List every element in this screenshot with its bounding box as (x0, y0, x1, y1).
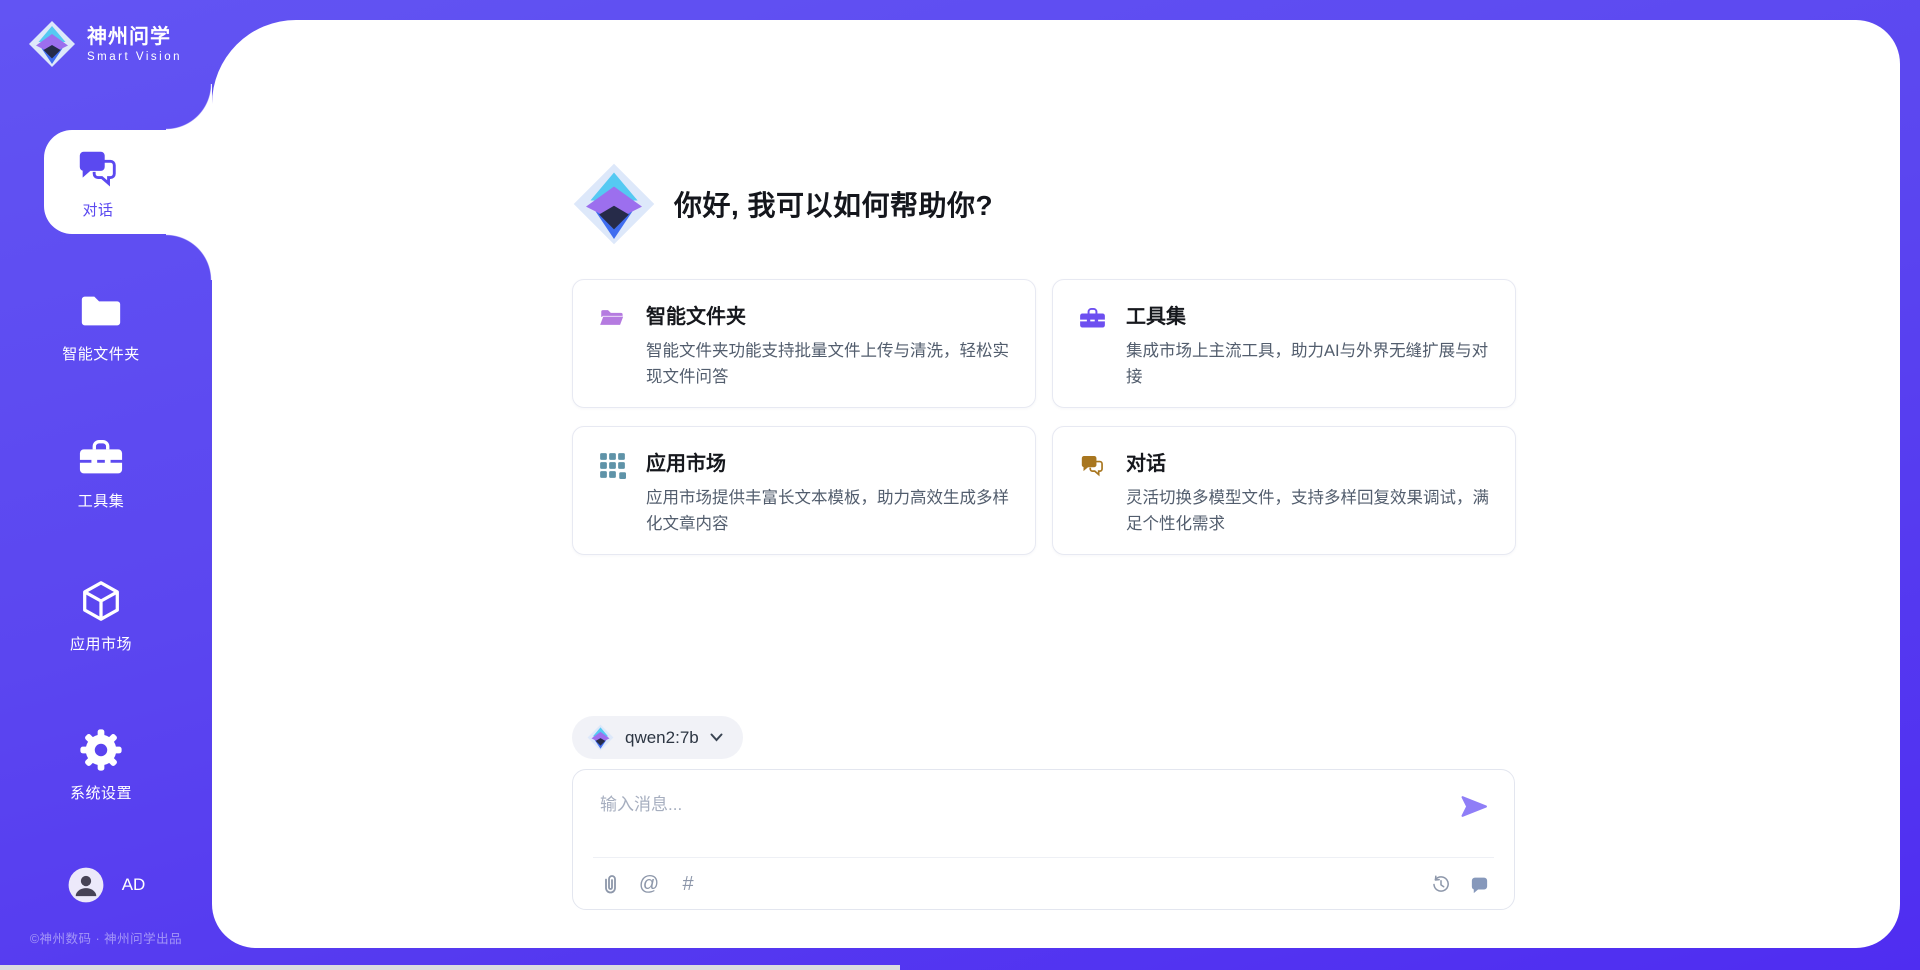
main-panel: 你好, 我可以如何帮助你? 智能文件夹 智能文件夹功能支持批量文件上传与清洗，轻… (212, 20, 1900, 948)
hash-icon: # (682, 873, 693, 895)
greeting-text: 你好, 我可以如何帮助你? (674, 184, 993, 224)
chat-bubbles-icon (1079, 452, 1106, 479)
app-subtitle: Smart Vision (87, 51, 182, 63)
sidebar-item-chat[interactable]: 对话 (44, 130, 212, 234)
folder-icon (78, 288, 124, 334)
app-logo-text: 神州问学 Smart Vision (87, 25, 182, 63)
active-tab-fillet-bottom (166, 234, 212, 280)
toolbox-icon (1079, 305, 1106, 332)
chat-bubble-icon (1469, 874, 1490, 895)
sidebar-item-app-market[interactable]: 应用市场 (0, 578, 212, 654)
greeting: 你好, 我可以如何帮助你? (572, 162, 993, 246)
toolbox-icon (78, 435, 124, 481)
card-title: 工具集 (1126, 304, 1491, 332)
main-content: 你好, 我可以如何帮助你? 智能文件夹 智能文件夹功能支持批量文件上传与清洗，轻… (572, 20, 1517, 948)
gear-icon (78, 727, 124, 773)
gem-diamond-icon (28, 20, 76, 68)
message-composer: @ # (572, 769, 1515, 910)
at-icon: @ (639, 873, 659, 895)
folder-open-icon (599, 305, 626, 332)
history-icon (1430, 873, 1452, 896)
new-chat-button[interactable] (1468, 873, 1490, 895)
card-desc: 集成市场上主流工具，助力AI与外界无缝扩展与对接 (1126, 339, 1491, 390)
sidebar: 神州问学 Smart Vision 对话 智能文件夹 工具集 应用市场 系统设置… (0, 0, 212, 970)
card-desc: 应用市场提供丰富长文本模板，助力高效生成多样化文章内容 (646, 486, 1011, 537)
topic-button[interactable]: # (677, 873, 699, 895)
sidebar-item-label: 应用市场 (70, 633, 132, 654)
attach-file-button[interactable] (599, 873, 621, 895)
card-title: 智能文件夹 (646, 304, 1011, 332)
active-tab-fillet-top (166, 84, 212, 130)
card-desc: 灵活切换多模型文件，支持多样回复效果调试，满足个性化需求 (1126, 486, 1491, 537)
composer-divider (593, 857, 1494, 858)
user-account[interactable]: AD (0, 866, 212, 904)
paperclip-icon (600, 873, 620, 895)
copyright-text: ©神州数码 · 神州问学出品 (0, 928, 212, 947)
sidebar-item-smart-folder[interactable]: 智能文件夹 (0, 288, 212, 364)
grid-icon (599, 452, 626, 479)
history-button[interactable] (1430, 873, 1452, 895)
sidebar-item-settings[interactable]: 系统设置 (0, 727, 212, 803)
chevron-down-icon (710, 733, 723, 742)
sidebar-item-label: 系统设置 (70, 782, 132, 803)
feature-cards: 智能文件夹 智能文件夹功能支持批量文件上传与清洗，轻松实现文件问答 工具集 集成… (572, 279, 1516, 555)
card-smart-folder[interactable]: 智能文件夹 智能文件夹功能支持批量文件上传与清洗，轻松实现文件问答 (572, 279, 1036, 408)
app-logo: 神州问学 Smart Vision (28, 20, 182, 68)
card-app-market[interactable]: 应用市场 应用市场提供丰富长文本模板，助力高效生成多样化文章内容 (572, 426, 1036, 555)
sidebar-item-label: 智能文件夹 (62, 343, 140, 364)
card-chat[interactable]: 对话 灵活切换多模型文件，支持多样回复效果调试，满足个性化需求 (1052, 426, 1516, 555)
model-selector[interactable]: qwen2:7b (572, 716, 743, 759)
sidebar-item-label: 工具集 (78, 490, 125, 511)
chat-bubbles-icon (75, 145, 121, 191)
cube-icon (78, 578, 124, 624)
gem-diamond-icon (572, 162, 656, 246)
person-icon (67, 866, 105, 904)
sidebar-item-label: 对话 (82, 199, 113, 220)
composer-toolbar-right (1430, 873, 1490, 895)
card-title: 应用市场 (646, 451, 1011, 479)
send-button[interactable] (1461, 795, 1488, 818)
gem-diamond-icon (587, 724, 614, 751)
horizontal-scrollbar[interactable] (0, 965, 900, 970)
card-desc: 智能文件夹功能支持批量文件上传与清洗，轻松实现文件问答 (646, 339, 1011, 390)
message-input[interactable] (600, 790, 1440, 850)
mention-button[interactable]: @ (638, 873, 660, 895)
sidebar-item-toolset[interactable]: 工具集 (0, 435, 212, 511)
composer-toolbar: @ # (599, 869, 1490, 899)
card-toolset[interactable]: 工具集 集成市场上主流工具，助力AI与外界无缝扩展与对接 (1052, 279, 1516, 408)
user-name: AD (122, 875, 146, 895)
model-name: qwen2:7b (625, 728, 699, 748)
card-title: 对话 (1126, 451, 1491, 479)
app-name: 神州问学 (87, 25, 182, 49)
